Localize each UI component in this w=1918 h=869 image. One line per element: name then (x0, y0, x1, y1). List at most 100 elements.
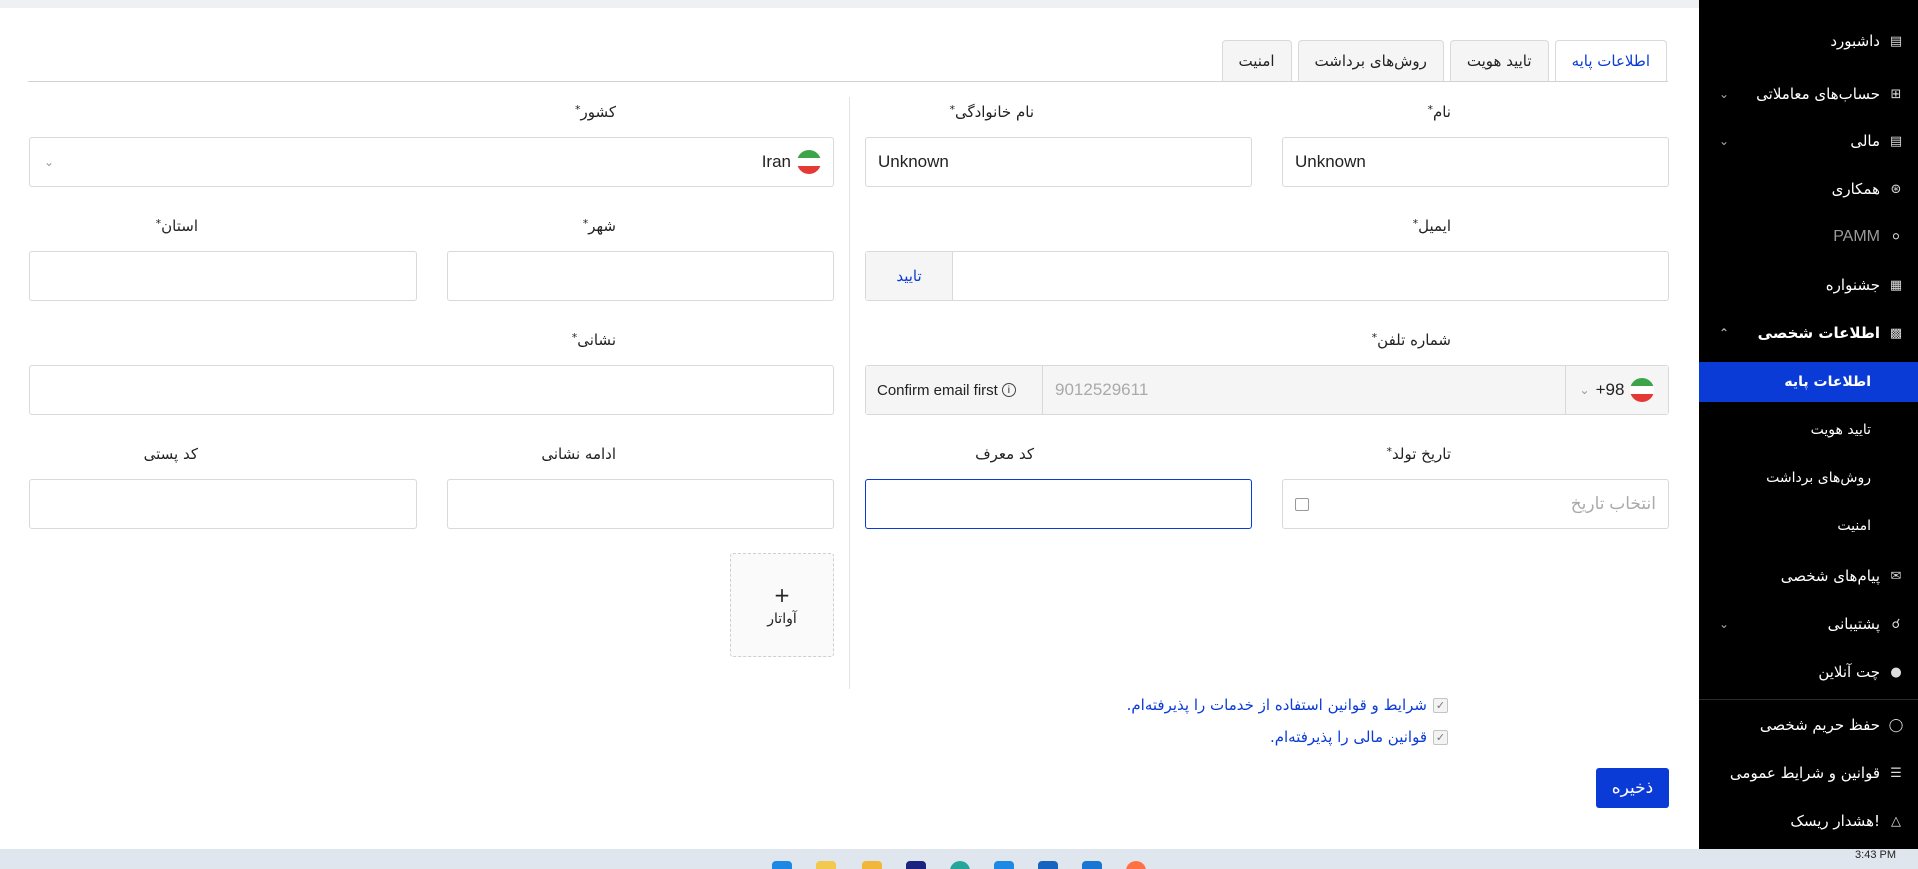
email-field: تایید (865, 251, 1669, 301)
partnership-icon: ⊛ (1890, 181, 1902, 197)
email-label-text: ایمیل (1418, 217, 1451, 235)
word-icon[interactable] (1038, 861, 1058, 869)
app-icon[interactable] (906, 861, 926, 869)
sidebar-item-messages[interactable]: ✉ پیام‌های شخصی (1699, 556, 1918, 596)
phone-hint-text: Confirm email first (877, 381, 998, 399)
sidebar-item-partnership[interactable]: ⊛ همکاری (1699, 169, 1918, 209)
last-name-input[interactable]: Unknown (865, 137, 1252, 187)
financial-rules-agreement: ✓ قوانین مالی را پذیرفته‌ام. (1270, 728, 1448, 746)
phone-country-code-select[interactable]: ⌄ +98 (1565, 366, 1668, 414)
browser-icon[interactable] (950, 861, 970, 869)
address-continued-input[interactable] (447, 479, 834, 529)
phone-country-code: +98 (1595, 380, 1625, 399)
phone-input[interactable]: 9012529611 (1043, 366, 1565, 414)
sidebar-item-live-chat[interactable]: ● چت آنلاین (1699, 652, 1918, 692)
sidebar-item-terms[interactable]: ☰ قوانین و شرایط عمومی (1699, 753, 1918, 793)
address-continued-label: ادامه نشانی (541, 445, 616, 463)
sidebar-item-label: هشدار ریسک! (1790, 812, 1880, 830)
taskbar-clock: 3:43 PM (1855, 849, 1896, 861)
sidebar-subitem-withdrawal[interactable]: روش‌های برداشت (1699, 458, 1918, 498)
folder-icon[interactable] (862, 861, 882, 869)
address-label-text: نشانی (577, 331, 616, 349)
birth-date-label: تاریخ تولد* (1387, 445, 1451, 463)
chevron-down-icon: ⌄ (1579, 383, 1590, 397)
pamm-icon: ⚪ (1890, 229, 1902, 245)
sidebar-divider (1699, 699, 1918, 700)
confirm-email-button[interactable]: تایید (866, 252, 953, 300)
sidebar-item-pamm[interactable]: ⚪ PAMM (1699, 217, 1918, 257)
start-icon[interactable] (772, 861, 792, 869)
sidebar-item-label: اطلاعات شخصی (1757, 324, 1880, 342)
sidebar-subitem-identity[interactable]: تایید هویت (1699, 410, 1918, 450)
email-label: ایمیل* (1413, 217, 1451, 235)
terms-checkbox[interactable]: ✓ (1433, 697, 1448, 713)
sidebar-subitem-basic-info[interactable]: اطلاعات پایه (1699, 362, 1918, 402)
sidebar-item-label: حفظ حریم شخصی (1759, 716, 1880, 734)
sidebar-item-label: حساب‌های معاملاتی (1756, 85, 1880, 103)
sidebar-item-label: داشبورد (1830, 32, 1880, 50)
sidebar-item-festival[interactable]: ▦ جشنواره (1699, 265, 1918, 305)
birth-date-picker[interactable]: انتخاب تاریخ (1282, 479, 1669, 529)
first-name-input[interactable]: Unknown (1282, 137, 1669, 187)
sidebar-item-trading-accounts[interactable]: ⊞ حساب‌های معاملاتی ⌄ (1699, 74, 1918, 114)
plus-icon: + (773, 583, 791, 607)
country-value: Iran (761, 152, 791, 171)
financial-rules-checkbox[interactable]: ✓ (1433, 729, 1448, 745)
tab-withdrawal-methods[interactable]: روش‌های برداشت (1297, 40, 1444, 81)
app-icon[interactable] (816, 861, 836, 869)
chat-icon: ● (1890, 664, 1902, 680)
birth-date-placeholder: انتخاب تاریخ (1570, 494, 1656, 513)
iran-flag-icon (797, 150, 821, 174)
postal-code-input[interactable] (29, 479, 417, 529)
sidebar-item-finance[interactable]: ▤ مالی ⌄ (1699, 121, 1918, 161)
country-select[interactable]: ⌄ Iran (29, 137, 834, 187)
save-button[interactable]: ذخیره (1596, 768, 1669, 808)
avatar-upload[interactable]: + آواتار (730, 553, 834, 657)
referral-code-label: کد معرف (975, 445, 1034, 463)
chevron-down-icon: ⌄ (44, 155, 55, 169)
info-icon: i (1001, 383, 1016, 397)
last-name-label-text: نام خانوادگی (954, 103, 1034, 121)
warning-icon: △ (1891, 813, 1901, 829)
sidebar-item-label: PAMM (1833, 228, 1880, 245)
shield-icon: ◯ (1888, 717, 1904, 733)
phone-label: شماره تلفن* (1372, 331, 1451, 349)
store-icon[interactable] (994, 861, 1014, 869)
profile-tabs: امنیت روش‌های برداشت تایید هویت اطلاعات … (1221, 40, 1667, 81)
sidebar-item-privacy[interactable]: ◯ حفظ حریم شخصی (1699, 705, 1918, 745)
tab-basic-info[interactable]: اطلاعات پایه (1554, 40, 1667, 81)
sidebar-item-dashboard[interactable]: ▤ داشبورد (1699, 21, 1918, 61)
sidebar-item-personal-info[interactable]: ▩ اطلاعات شخصی ⌃ (1699, 313, 1918, 353)
tab-security[interactable]: امنیت (1221, 40, 1292, 81)
city-label: شهر* (583, 217, 616, 235)
address-input[interactable] (29, 365, 834, 415)
chart-icon: ▤ (1889, 33, 1903, 49)
sidebar-subitem-security[interactable]: امنیت (1699, 506, 1918, 546)
sidebar-item-label: چت آنلاین (1818, 663, 1880, 681)
sidebar-item-label: جشنواره (1825, 276, 1880, 294)
sidebar-item-label: قوانین و شرایط عمومی (1729, 764, 1880, 782)
email-input[interactable] (953, 252, 1668, 300)
tabs-underline (28, 81, 1668, 82)
tab-identity-verification[interactable]: تایید هویت (1449, 40, 1549, 81)
terms-link[interactable]: شرایط و قوانین استفاده از خدمات را پذیرف… (1127, 696, 1427, 714)
phone-field: Confirm email first i 9012529611 ⌄ +98 (865, 365, 1669, 415)
financial-rules-link[interactable]: قوانین مالی را پذیرفته‌ام. (1270, 728, 1427, 746)
calendar-app-icon[interactable] (1082, 861, 1102, 869)
referral-code-input[interactable] (865, 479, 1252, 529)
phone-label-text: شماره تلفن (1377, 331, 1451, 349)
terms-agreement: ✓ شرایط و قوانین استفاده از خدمات را پذی… (1127, 696, 1448, 714)
first-name-label: نام* (1427, 103, 1451, 121)
grid-icon: ⊞ (1890, 86, 1902, 102)
province-input[interactable] (29, 251, 417, 301)
main-content: امنیت روش‌های برداشت تایید هویت اطلاعات … (0, 0, 1699, 849)
sidebar-item-label: پشتیبانی (1827, 615, 1880, 633)
firefox-icon[interactable] (1126, 861, 1146, 869)
avatar-upload-label: آواتار (767, 611, 797, 627)
city-input[interactable] (447, 251, 834, 301)
country-label: کشور* (575, 103, 616, 121)
gift-icon: ▦ (1889, 277, 1903, 293)
sidebar-item-support[interactable]: ☌ پشتیبانی ⌄ (1699, 604, 1918, 644)
taskbar: 3:43 PM (0, 849, 1918, 869)
sidebar-item-risk-warning[interactable]: △ هشدار ریسک! (1699, 801, 1918, 841)
